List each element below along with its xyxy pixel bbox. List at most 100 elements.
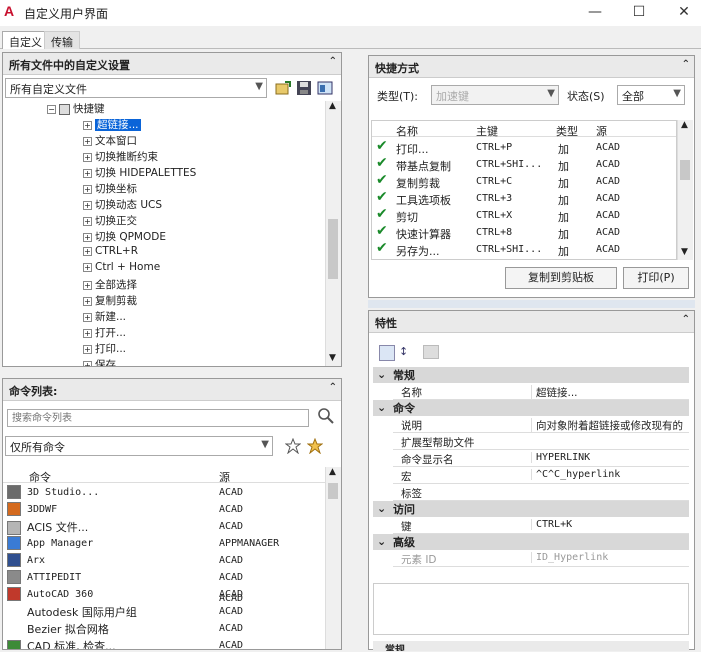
tree-item[interactable]: + 保存	[83, 357, 116, 366]
tree-item[interactable]: + 全部选择	[83, 277, 137, 293]
shortcuts-scroll-thumb[interactable]	[680, 160, 690, 180]
collapse-category-icon[interactable]: ⌄	[377, 535, 386, 548]
property-value[interactable]: ^C^C_hyperlink	[531, 469, 691, 480]
column-command[interactable]: 命令	[29, 469, 51, 485]
new-command-icon[interactable]	[284, 437, 302, 455]
table-row[interactable]: ACIS 文件...	[7, 519, 88, 535]
table-row[interactable]: Arx	[7, 553, 45, 569]
property-value[interactable]: 超链接...	[531, 385, 691, 400]
tree-item[interactable]: + 复制剪裁	[83, 293, 137, 309]
tree-item[interactable]: + 文本窗口	[83, 133, 137, 149]
shortcuts-scrollbar[interactable]: ▲ ▼	[677, 120, 693, 260]
tree-item[interactable]: + 切换 HIDEPALETTES	[83, 165, 196, 181]
print-button[interactable]: 打印(P)	[623, 267, 689, 289]
tree-item[interactable]: + 切换动态 UCS	[83, 197, 162, 213]
expand-icon[interactable]: +	[83, 200, 92, 210]
expand-icon[interactable]: +	[83, 136, 92, 146]
tab-transfer[interactable]: 传输	[44, 31, 80, 49]
table-row[interactable]: 3D Studio...	[7, 485, 99, 501]
property-row[interactable]: 名称 超链接...	[393, 383, 689, 400]
collapse-category-icon[interactable]: ⌄	[377, 368, 386, 381]
table-row[interactable]: ✔ 快速计算器 CTRL+8 加 ACAD	[372, 223, 676, 241]
create-command-icon[interactable]	[306, 437, 324, 455]
table-row[interactable]: ✔ 复制剪裁 CTRL+C 加 ACAD	[372, 172, 676, 190]
collapse-icon[interactable]: ⌃	[682, 314, 690, 325]
tree-item[interactable]: + 打印...	[83, 341, 126, 357]
table-row[interactable]: ✔ 工具选项板 CTRL+3 加 ACAD	[372, 189, 676, 207]
property-value[interactable]: CTRL+K	[531, 519, 691, 530]
scroll-up-icon[interactable]: ▲	[681, 120, 688, 130]
collapse-node-icon[interactable]: −	[47, 104, 56, 114]
scroll-down-icon[interactable]: ▼	[329, 353, 336, 363]
collapse-category-icon[interactable]: ⌄	[377, 502, 386, 515]
property-row[interactable]: 宏 ^C^C_hyperlink	[393, 467, 689, 484]
type-dropdown[interactable]: 加速键 ▼	[431, 85, 559, 105]
command-filter-dropdown[interactable]: 仅所有命令 ▼	[5, 436, 273, 456]
status-dropdown[interactable]: 全部 ▼	[617, 85, 685, 105]
tree-item[interactable]: + 超链接...	[83, 117, 141, 133]
categorized-icon[interactable]	[379, 345, 395, 361]
expand-icon[interactable]: +	[83, 360, 92, 366]
tree-item[interactable]: + 新建...	[83, 309, 126, 325]
expand-icon[interactable]: +	[83, 312, 92, 322]
collapse-category-icon[interactable]: ⌄	[377, 401, 386, 414]
table-row[interactable]: AutoCAD 360	[7, 587, 93, 603]
property-row[interactable]: 元素 ID ID_Hyperlink	[393, 550, 689, 567]
column-source[interactable]: 源	[596, 123, 607, 139]
property-row[interactable]: 扩展型帮助文件	[393, 433, 689, 450]
tree-item[interactable]: + Ctrl + Home	[83, 261, 160, 277]
property-pages-icon[interactable]	[423, 345, 439, 359]
expand-icon[interactable]: +	[83, 328, 92, 338]
tab-customize[interactable]: 自定义	[2, 31, 49, 49]
expand-icon[interactable]: +	[83, 216, 92, 226]
table-row[interactable]: ATTIPEDIT	[7, 570, 81, 586]
table-row[interactable]: Bezier 拟合网格	[7, 621, 109, 637]
tree-node-shortcut-keys[interactable]: − 快捷键	[47, 101, 105, 117]
expand-icon[interactable]: +	[83, 262, 92, 272]
column-key[interactable]: 主键	[476, 123, 498, 139]
tree-item[interactable]: + 打开...	[83, 325, 126, 341]
minimize-button[interactable]: —	[582, 2, 608, 22]
search-icon[interactable]	[317, 407, 335, 425]
table-row[interactable]: ✔ 另存为... CTRL+SHI... 加 ACAD	[372, 240, 676, 258]
tree-item[interactable]: + CTRL+R	[83, 245, 138, 261]
column-name[interactable]: 名称	[396, 123, 418, 139]
close-button[interactable]: ✕	[671, 2, 697, 22]
maximize-button[interactable]: ☐	[626, 2, 652, 22]
customization-file-dropdown[interactable]: 所有自定义文件 ▼	[5, 78, 267, 98]
expand-icon[interactable]: +	[83, 344, 92, 354]
save-icon[interactable]	[296, 80, 312, 96]
table-row[interactable]: ✔ 带基点复制 CTRL+SHI... 加 ACAD	[372, 155, 676, 173]
column-type[interactable]: 类型	[556, 123, 578, 139]
table-row[interactable]: ✔ 打印... CTRL+P 加 ACAD	[372, 138, 676, 156]
property-row[interactable]: 键 CTRL+K	[393, 517, 689, 534]
tree-item[interactable]: + 切换坐标	[83, 181, 137, 197]
property-category[interactable]: ⌄ 高级	[373, 534, 689, 550]
expand-icon[interactable]: +	[83, 280, 92, 290]
table-row[interactable]: 3DDWF	[7, 502, 57, 518]
expand-icon[interactable]: +	[83, 152, 92, 162]
table-row[interactable]: Autodesk 国际用户组	[7, 604, 137, 620]
command-scrollbar[interactable]: ▲	[325, 467, 341, 649]
workspace-icon[interactable]	[317, 80, 333, 96]
scroll-down-icon[interactable]: ▼	[681, 247, 688, 257]
expand-icon[interactable]: +	[83, 232, 92, 242]
expand-icon[interactable]: +	[83, 246, 92, 256]
property-value[interactable]: HYPERLINK	[531, 452, 691, 463]
tree-scrollbar[interactable]: ▲ ▼	[325, 101, 341, 366]
tree-item[interactable]: + 切换推断约束	[83, 149, 158, 165]
expand-icon[interactable]: +	[83, 184, 92, 194]
expand-icon[interactable]: +	[83, 120, 92, 130]
command-search-input[interactable]	[7, 409, 309, 427]
expand-icon[interactable]: +	[83, 168, 92, 178]
command-scroll-thumb[interactable]	[328, 483, 338, 499]
tree-scroll-thumb[interactable]	[328, 219, 338, 279]
tree-item[interactable]: + 切换正交	[83, 213, 137, 229]
table-row[interactable]: ✔ 剪切 CTRL+X 加 ACAD	[372, 206, 676, 224]
property-value[interactable]: 向对象附着超链接或修改现有的	[531, 418, 691, 433]
expand-icon[interactable]: +	[83, 296, 92, 306]
table-row[interactable]: CAD 标准, 检查...	[7, 638, 116, 649]
property-category[interactable]: ⌄ 常规	[373, 367, 689, 383]
property-row[interactable]: 说明 向对象附着超链接或修改现有的	[393, 416, 689, 433]
load-file-icon[interactable]	[275, 80, 291, 96]
